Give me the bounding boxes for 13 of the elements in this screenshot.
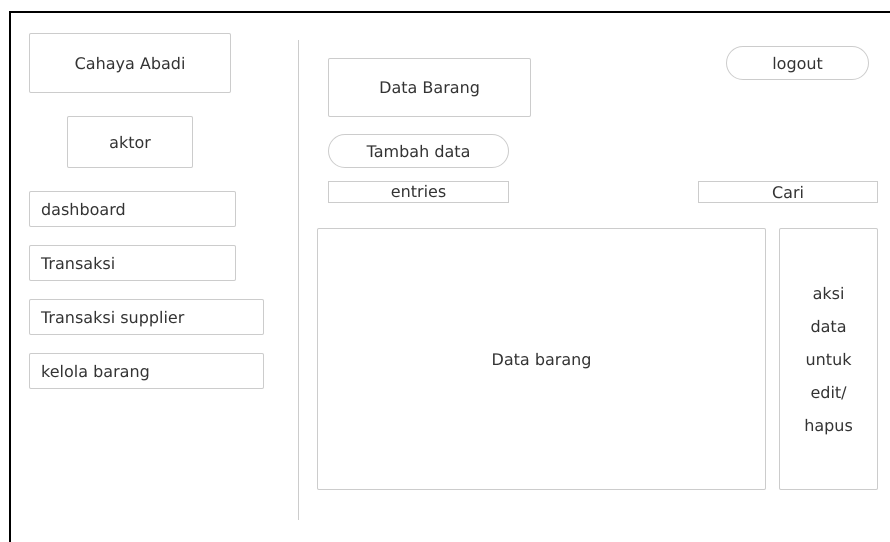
entries-select[interactable]: entries [328,181,509,203]
sidebar-item[interactable]: dashboard [29,191,236,227]
table-placeholder-text: Data barang [492,350,592,368]
action-column-text: aksi data untuk edit/ hapus [803,282,854,436]
logout-button[interactable]: logout [726,46,869,80]
page-title-box: Data Barang [328,58,531,117]
brand-box: Cahaya Abadi [29,33,231,93]
search-field[interactable]: Cari [698,181,878,203]
sidebar-item[interactable]: Transaksi [29,245,236,281]
sidebar-item[interactable]: Transaksi supplier [29,299,264,335]
actor-box: aktor [67,116,193,168]
add-data-button[interactable]: Tambah data [328,134,509,168]
sidebar-item[interactable]: kelola barang [29,353,264,389]
